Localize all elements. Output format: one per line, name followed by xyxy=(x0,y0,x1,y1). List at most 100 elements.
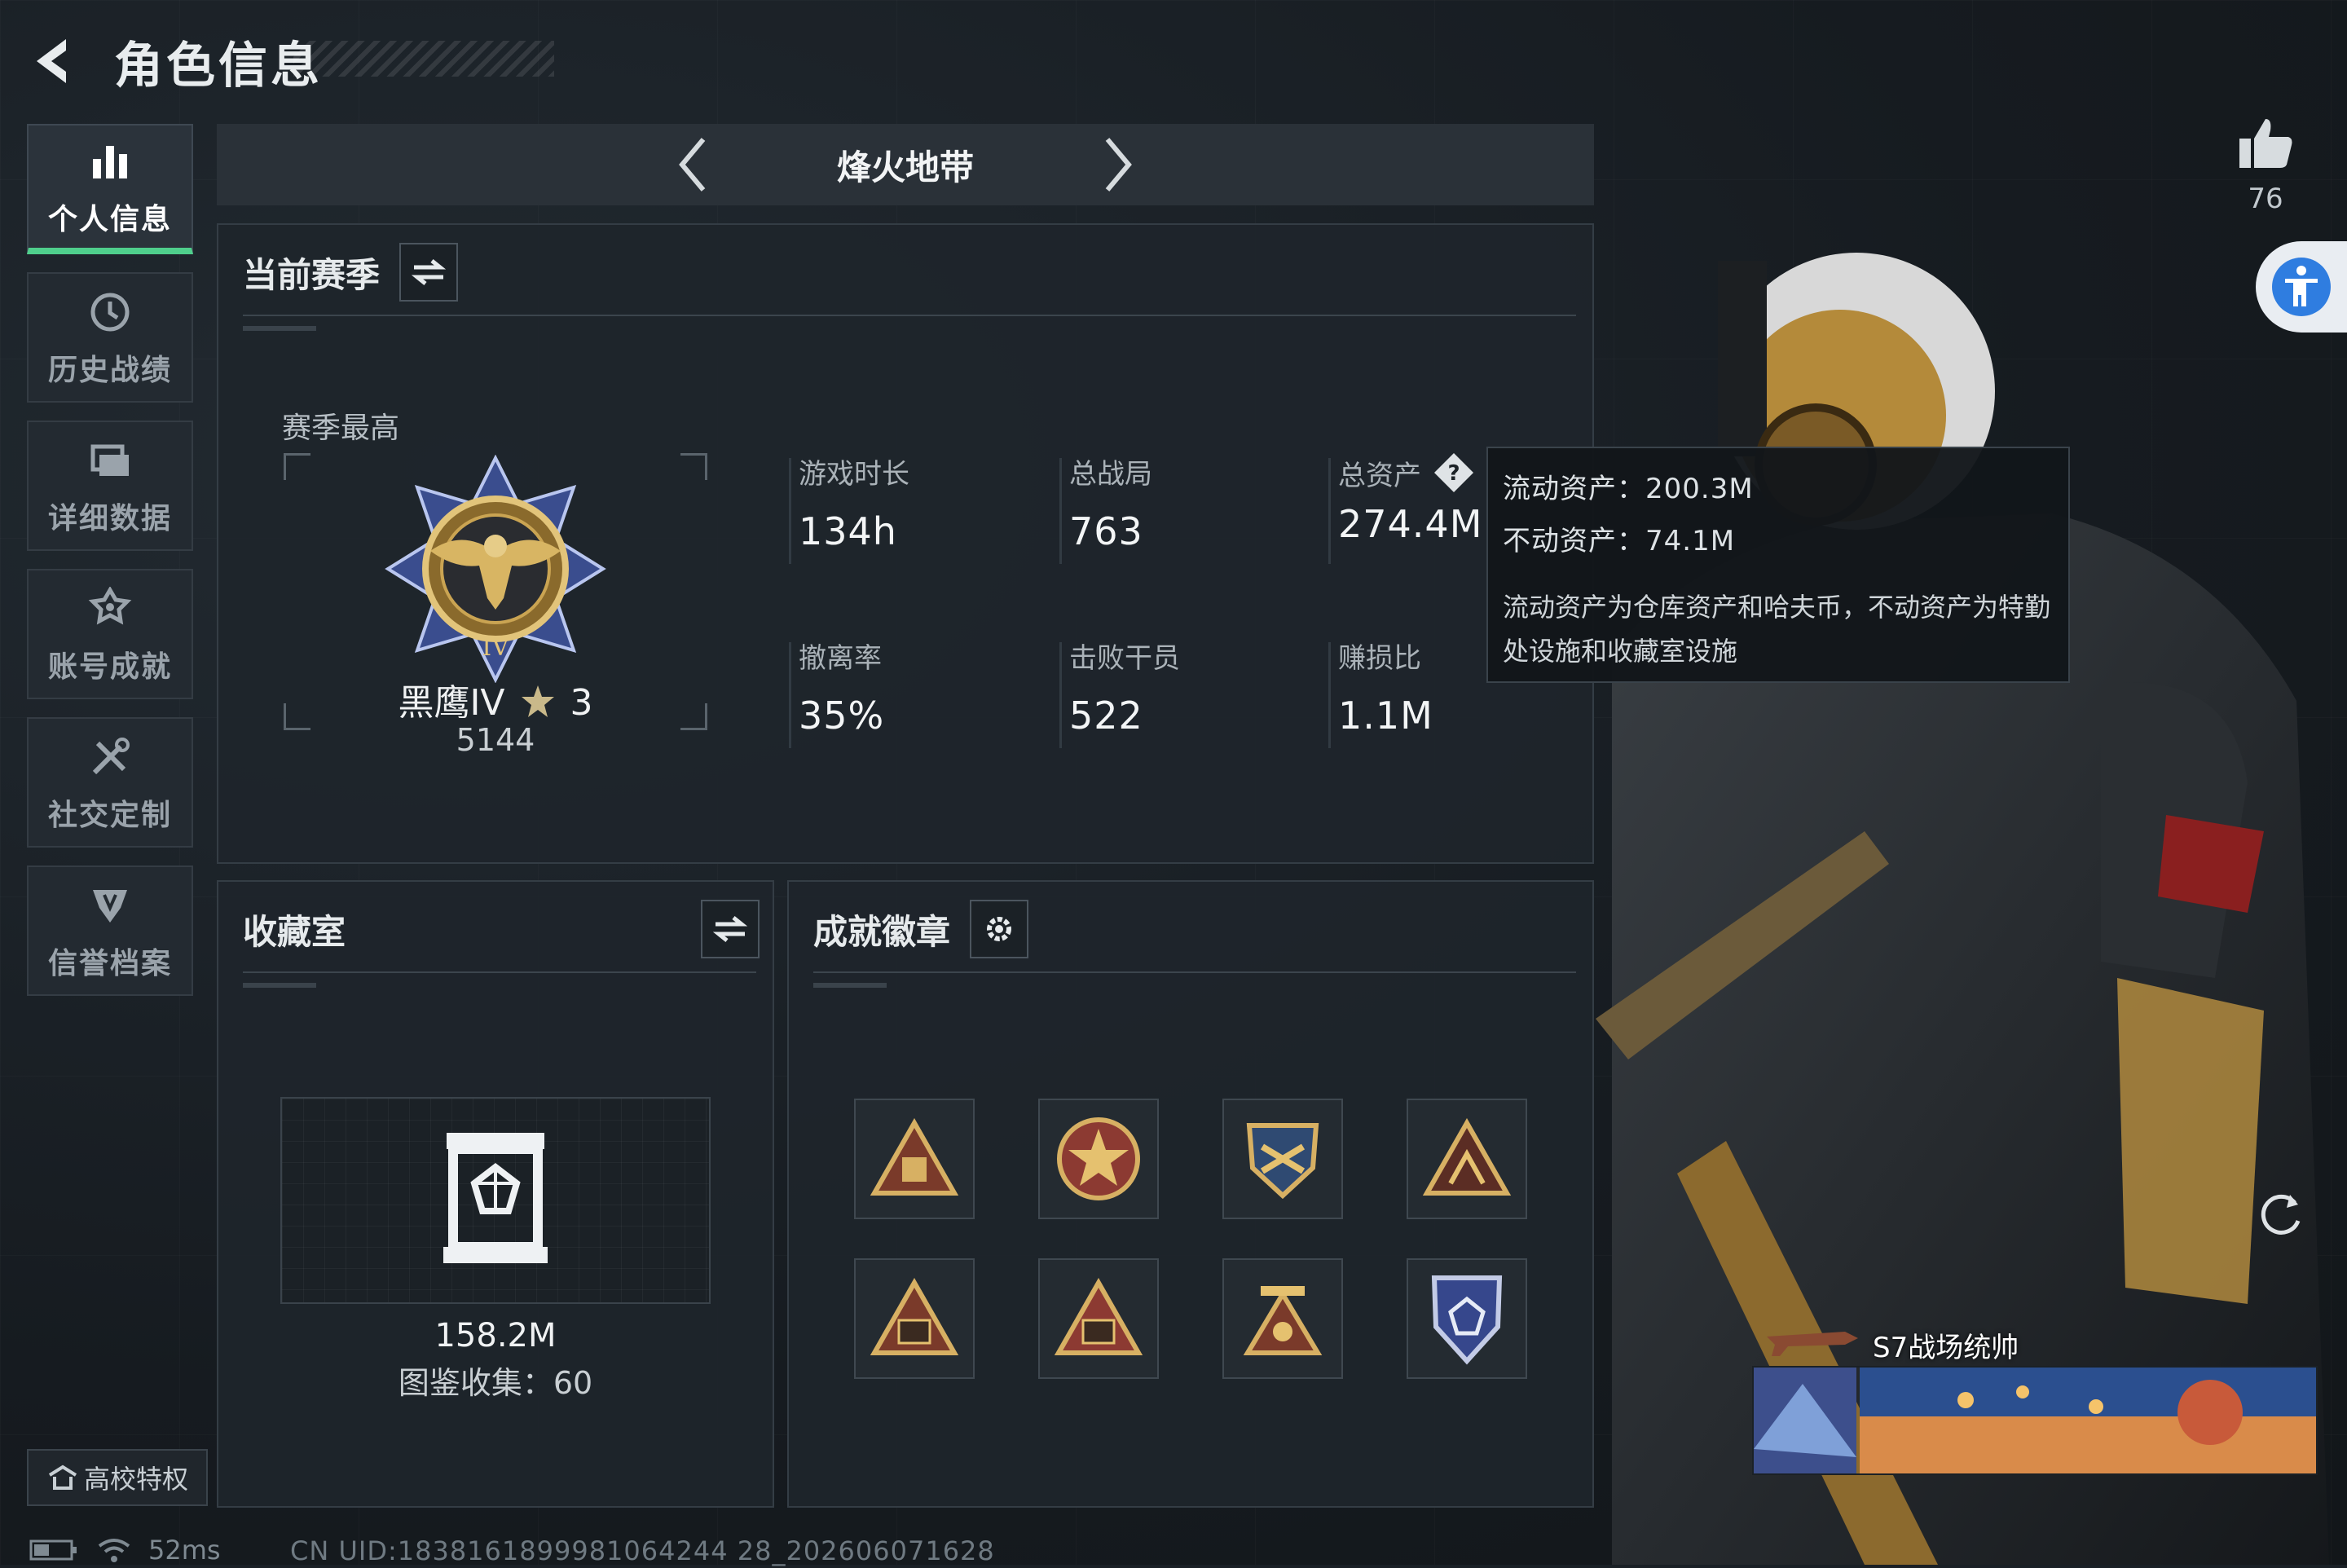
sidebar-item-label: 详细数据 xyxy=(47,502,172,535)
star-seal-badge-icon xyxy=(1057,1117,1140,1200)
season-title: 当前赛季 xyxy=(243,254,381,295)
prev-mode-button[interactable] xyxy=(661,128,726,201)
assets-tooltip: 流动资产：200.3M 不动资产：74.1M 流动资产为仓库资产和哈夫币，不动资… xyxy=(1486,447,2070,683)
divider-accent xyxy=(243,326,316,331)
badge-slot[interactable] xyxy=(1222,1099,1343,1219)
collection-title: 收藏室 xyxy=(243,911,346,952)
rank-score: 5144 xyxy=(456,722,535,758)
sidebar-item-detail-data[interactable]: 详细数据 xyxy=(27,421,193,551)
collection-panel: 收藏室 158.2M 图鉴收集：60 xyxy=(217,880,774,1508)
collection-value: 158.2M xyxy=(434,1317,557,1354)
shield-badge-icon xyxy=(1246,1123,1319,1200)
sidebar-item-label: 信誉档案 xyxy=(47,947,172,980)
divider-accent xyxy=(813,983,887,988)
sidebar-item-social[interactable]: 社交定制 xyxy=(27,717,193,848)
badge-slot[interactable] xyxy=(1407,1258,1527,1379)
badge-slot[interactable] xyxy=(1038,1258,1159,1379)
collection-count: 图鉴收集：60 xyxy=(398,1365,593,1401)
tooltip-note: 流动资产为仓库资产和哈夫币，不动资产为特勤处设施和收藏室设施 xyxy=(1503,592,2051,667)
next-mode-button[interactable] xyxy=(1085,128,1150,201)
player-uid: CN UID:1838161899981064244 28_2026060716… xyxy=(290,1535,995,1566)
collection-cabinet[interactable] xyxy=(280,1097,711,1304)
stat-total-matches: 总战局 763 xyxy=(1059,451,1314,564)
stat-value: 522 xyxy=(1069,694,1143,738)
badges-panel: 成就徽章 xyxy=(787,880,1594,1508)
sidebar-item-achievement[interactable]: 账号成就 xyxy=(27,569,193,699)
back-button[interactable] xyxy=(24,29,81,94)
campus-privilege-label: 高校特权 xyxy=(83,1464,188,1495)
svg-text:IV: IV xyxy=(482,633,510,662)
tooltip-liquid-assets: 流动资产：200.3M xyxy=(1503,473,1754,505)
accessibility-button[interactable] xyxy=(2256,241,2347,333)
tri-crest-badge-icon xyxy=(1422,1118,1512,1196)
badge-slot[interactable] xyxy=(1038,1099,1159,1219)
back-arrow-icon xyxy=(37,39,66,83)
page-title: 角色信息 xyxy=(114,37,323,95)
folder-icon xyxy=(84,434,136,487)
season-panel-header: 当前赛季 xyxy=(243,241,459,303)
season-panel: 当前赛季 赛季最高 IV 黑鹰IV 3 5144 游戏时长 134h 总战局 7… xyxy=(217,223,1594,864)
battery-icon xyxy=(29,1539,77,1561)
blue-shield-badge-icon xyxy=(1431,1275,1503,1365)
collection-switch-button[interactable] xyxy=(701,900,760,958)
help-icon[interactable]: ? xyxy=(1433,451,1475,494)
season-switch-button[interactable] xyxy=(399,243,459,302)
rank-display: IV 黑鹰IV 3 5144 xyxy=(284,453,707,758)
profile-banner[interactable] xyxy=(1752,1366,2318,1475)
ping-value: 52ms xyxy=(148,1535,221,1566)
tooltip-fixed-assets: 不动资产：74.1M xyxy=(1503,525,1736,557)
rotate-icon[interactable] xyxy=(2257,1190,2306,1239)
stat-play-time: 游戏时长 134h xyxy=(789,451,1043,564)
stat-value: 763 xyxy=(1069,509,1143,553)
badge-slot[interactable] xyxy=(854,1258,975,1379)
rank-title: 黑鹰IV xyxy=(398,682,505,724)
black-hawk-rank-emblem-icon: IV xyxy=(385,455,606,683)
divider-accent xyxy=(243,983,316,988)
chevron-right-icon xyxy=(1105,138,1132,192)
badges-title: 成就徽章 xyxy=(813,911,951,952)
season-best-label: 赛季最高 xyxy=(282,412,400,445)
badge-slot[interactable] xyxy=(1222,1258,1343,1379)
stat-label: 撤离率 xyxy=(799,642,882,675)
player-title-card[interactable]: S7战场统帅 xyxy=(1726,1280,2313,1364)
gear-icon xyxy=(987,917,1012,941)
sidebar-item-label: 历史战绩 xyxy=(47,354,172,387)
rank-name: 黑鹰IV 3 xyxy=(284,673,707,725)
stat-operators-defeated: 击败干员 522 xyxy=(1059,636,1314,748)
badge-slot[interactable] xyxy=(1407,1099,1527,1219)
chevron-left-icon xyxy=(679,138,706,192)
stat-value: 35% xyxy=(799,694,885,738)
thumbs-up-icon[interactable] xyxy=(2236,114,2295,173)
mode-selector: 烽火地带 xyxy=(217,124,1594,205)
star-icon xyxy=(521,685,554,717)
collection-panel-header: 收藏室 xyxy=(243,898,760,960)
triangle-badge-icon xyxy=(870,1118,959,1196)
like-count: 76 xyxy=(2248,183,2283,215)
sidebar-item-history[interactable]: 历史战绩 xyxy=(27,272,193,403)
stat-value: 1.1M xyxy=(1338,694,1433,738)
divider xyxy=(243,315,1576,316)
bar-chart-icon xyxy=(84,135,136,187)
sidebar-item-label: 账号成就 xyxy=(47,650,172,684)
badges-settings-button[interactable] xyxy=(970,900,1029,958)
s9-badge-icon xyxy=(1243,1286,1323,1355)
campus-privilege-button[interactable]: 高校特权 xyxy=(27,1449,208,1506)
sidebar-item-credit[interactable]: 信誉档案 xyxy=(27,865,193,996)
stat-label: 游戏时长 xyxy=(799,458,909,491)
frame-corner xyxy=(680,453,707,480)
sidebar: 个人信息 历史战绩 详细数据 账号成就 社交定制 信誉档案 xyxy=(27,124,195,1014)
festival-banner-image xyxy=(1754,1368,2316,1473)
sidebar-item-label: 社交定制 xyxy=(47,799,172,832)
achievement-icon xyxy=(84,583,136,635)
status-bar: 52ms xyxy=(29,1535,221,1566)
accessibility-icon xyxy=(2272,258,2331,316)
divider xyxy=(243,971,756,973)
rifle-emblem-icon xyxy=(1767,1332,1858,1356)
s7-badge-icon xyxy=(870,1278,959,1355)
title-decoration xyxy=(293,41,554,77)
sidebar-item-personal-info[interactable]: 个人信息 xyxy=(27,124,193,254)
history-icon xyxy=(84,286,136,338)
stat-label: 总战局 xyxy=(1069,458,1152,491)
stat-extraction-rate: 撤离率 35% xyxy=(789,636,1043,748)
badge-slot[interactable] xyxy=(854,1099,975,1219)
